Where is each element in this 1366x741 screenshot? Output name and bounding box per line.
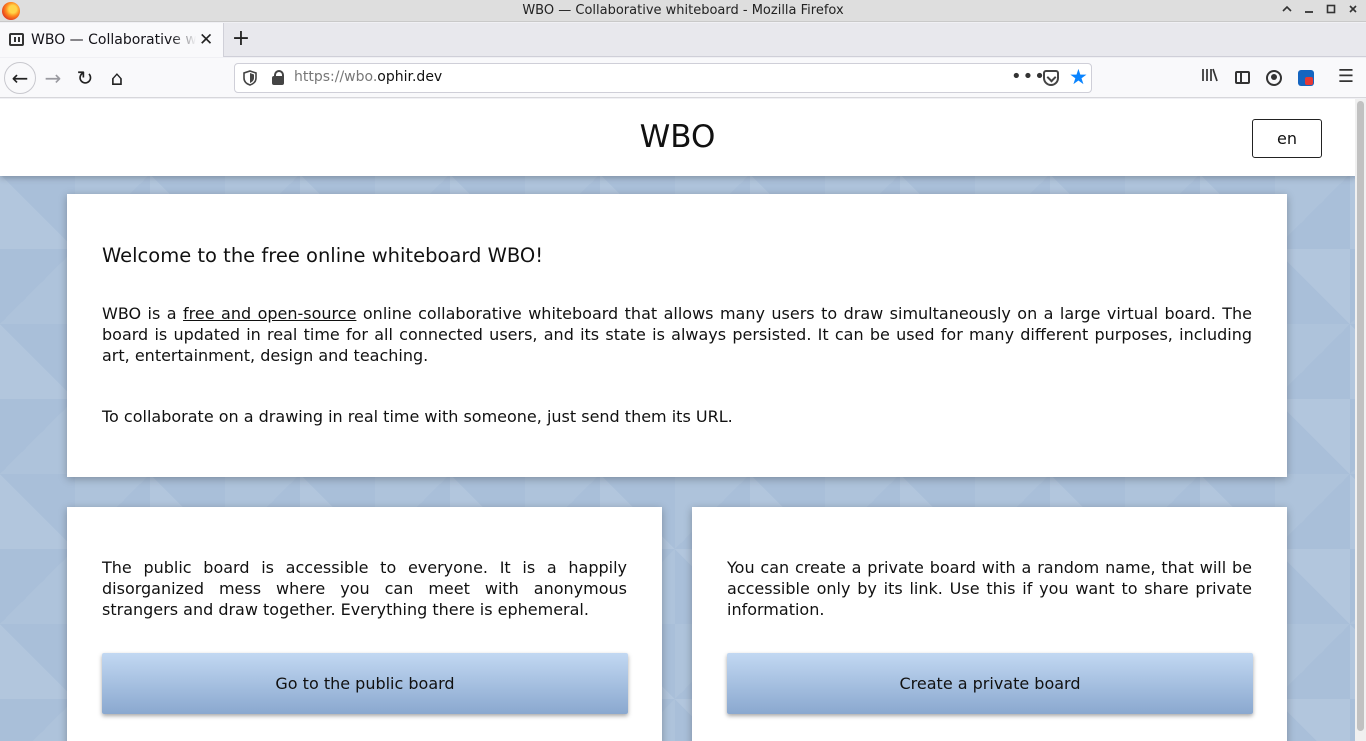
page-actions-button[interactable]: •••	[1011, 66, 1046, 87]
close-icon	[1349, 5, 1357, 13]
tab-strip: WBO — Collaborative whiteboard ✕ +	[0, 23, 1366, 57]
scrollbar-thumb[interactable]	[1357, 101, 1364, 731]
sidebar-button[interactable]	[1232, 67, 1252, 87]
favicon-icon	[9, 33, 24, 46]
url-prefix: https://wbo.	[294, 69, 378, 85]
minimize-button[interactable]	[1278, 2, 1296, 20]
maximize-button[interactable]	[1322, 2, 1340, 20]
intro-text-start: WBO is a	[102, 304, 184, 323]
maximize-icon	[1326, 4, 1336, 14]
url-bar[interactable]: https://wbo.ophir.dev ••• ★	[234, 63, 1092, 93]
tab-wbo[interactable]: WBO — Collaborative whiteboard ✕	[0, 23, 224, 57]
public-board-card: The public board is accessible to everyo…	[67, 507, 662, 741]
public-board-description: The public board is accessible to everyo…	[102, 558, 627, 619]
extension-icon	[1298, 69, 1314, 86]
close-window-button[interactable]	[1344, 2, 1362, 20]
shield-icon[interactable]	[243, 70, 257, 86]
restore-button[interactable]	[1300, 2, 1318, 20]
site-title: WBO	[639, 119, 716, 155]
window-titlebar: WBO — Collaborative whiteboard - Mozilla…	[0, 0, 1366, 22]
lock-icon[interactable]	[272, 70, 284, 85]
back-button[interactable]: ←	[4, 62, 36, 94]
page-viewport: WBO en Welcome to the free online whiteb…	[0, 99, 1355, 741]
library-icon	[1202, 68, 1218, 82]
site-header: WBO en	[0, 99, 1355, 176]
new-tab-button[interactable]: +	[230, 27, 252, 51]
star-icon[interactable]: ★	[1069, 65, 1088, 89]
sidebar-icon	[1234, 71, 1250, 84]
pocket-icon[interactable]	[1043, 70, 1059, 86]
intro-card: Welcome to the free online whiteboard WB…	[67, 194, 1287, 477]
create-private-board-button[interactable]: Create a private board	[727, 653, 1253, 714]
intro-heading: Welcome to the free online whiteboard WB…	[102, 244, 544, 267]
language-button[interactable]: en	[1252, 119, 1322, 158]
navigation-bar: ← → ↻ ⌂ https://wbo.ophir.dev ••• ★ ☰	[0, 58, 1366, 98]
account-icon	[1266, 69, 1282, 86]
reload-button[interactable]: ↻	[69, 62, 101, 94]
minimize-icon	[1305, 11, 1313, 13]
url-text[interactable]: https://wbo.ophir.dev	[294, 69, 442, 85]
tab-title: WBO — Collaborative whiteboard	[31, 32, 196, 48]
private-board-description: You can create a private board with a ra…	[727, 558, 1252, 619]
forward-button[interactable]: →	[37, 62, 69, 94]
library-button[interactable]	[1200, 67, 1220, 87]
go-to-public-board-button[interactable]: Go to the public board	[102, 653, 628, 714]
page-scrollbar[interactable]	[1355, 99, 1366, 741]
intro-paragraph: WBO is a free and open-source online col…	[102, 303, 1252, 366]
menu-button[interactable]: ☰	[1336, 67, 1356, 87]
tab-close-button[interactable]: ✕	[199, 30, 213, 50]
private-board-card: You can create a private board with a ra…	[692, 507, 1287, 741]
extension-button[interactable]	[1296, 67, 1316, 87]
account-button[interactable]	[1264, 67, 1284, 87]
url-host: ophir.dev	[377, 69, 443, 85]
window-title: WBO — Collaborative whiteboard - Mozilla…	[522, 3, 844, 18]
open-source-link[interactable]: free and open-source	[183, 304, 356, 323]
collaborate-paragraph: To collaborate on a drawing in real time…	[102, 407, 733, 426]
home-button[interactable]: ⌂	[101, 62, 133, 94]
chevron-up-icon	[1282, 5, 1292, 12]
